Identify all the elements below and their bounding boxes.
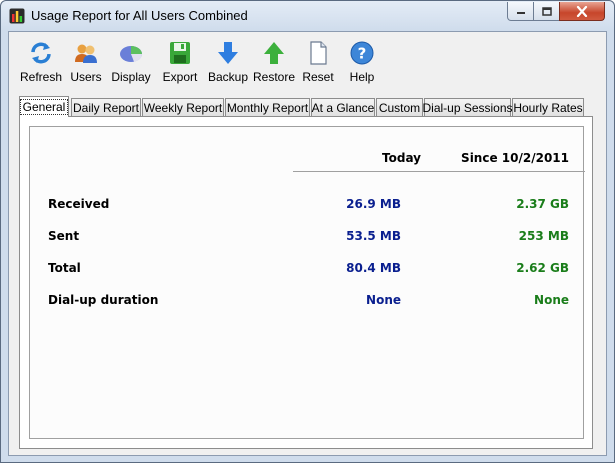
dial-up-duration-since-value: None: [534, 293, 569, 307]
total-today-value: 80.4 MB: [346, 261, 401, 275]
display-icon: [120, 46, 143, 62]
sent-since-value: 253 MB: [518, 229, 569, 243]
general-tab-panel: Today Since 10/2/2011 Received 26.9 MB 2…: [19, 116, 593, 449]
usage-summary-table: Today Since 10/2/2011 Received 26.9 MB 2…: [29, 126, 585, 439]
tab-monthly-report[interactable]: Monthly Report: [225, 98, 310, 116]
refresh-button[interactable]: Refresh: [19, 40, 63, 86]
reset-button[interactable]: Reset: [299, 40, 337, 86]
users-button[interactable]: Users: [67, 40, 105, 86]
row-label-sent: Sent: [48, 229, 80, 243]
header-divider: [293, 171, 585, 172]
export-label: Export: [162, 70, 198, 84]
help-button[interactable]: ? Help: [345, 40, 379, 86]
backup-down-arrow-icon: [218, 42, 238, 64]
row-label-total: Total: [48, 261, 81, 275]
tab-general-label: General: [19, 99, 69, 115]
tab-dial-up-sessions[interactable]: Dial-up Sessions: [422, 98, 513, 116]
tab-daily-report-label: Daily Report: [72, 100, 140, 115]
tab-dial-up-sessions-label: Dial-up Sessions: [422, 100, 513, 115]
tab-weekly-report-label: Weekly Report: [143, 100, 223, 115]
row-label-dial-up-duration: Dial-up duration: [48, 293, 159, 307]
minimize-button[interactable]: [507, 2, 534, 21]
toolbar: Refresh Users Display Export Backup Rest…: [15, 40, 595, 88]
export-button[interactable]: Export: [157, 40, 203, 86]
column-header-today: Today: [382, 151, 421, 165]
tab-general[interactable]: General: [19, 96, 69, 117]
dial-up-duration-today-value: None: [366, 293, 401, 307]
app-chart-icon: [9, 8, 25, 24]
users-label: Users: [70, 70, 102, 84]
reset-label: Reset: [302, 70, 334, 84]
minimize-icon: [516, 12, 525, 14]
received-since-value: 2.37 GB: [516, 197, 569, 211]
tab-daily-report[interactable]: Daily Report: [71, 98, 141, 116]
client-area: Refresh Users Display Export Backup Rest…: [8, 31, 607, 456]
help-icon: ?: [350, 41, 374, 65]
maximize-button[interactable]: [533, 2, 560, 21]
restore-up-arrow-icon: [264, 42, 284, 64]
tab-custom-label: Custom: [378, 100, 421, 115]
restore-button[interactable]: Restore: [251, 40, 297, 86]
tab-strip: General Daily Report Weekly Report Month…: [19, 96, 599, 117]
tab-custom[interactable]: Custom: [376, 98, 423, 116]
title-bar[interactable]: Usage Report for All Users Combined: [1, 1, 614, 31]
export-save-icon: [170, 42, 190, 64]
display-label: Display: [111, 70, 151, 84]
close-icon: [576, 5, 588, 17]
window-title: Usage Report for All Users Combined: [31, 8, 248, 23]
tab-monthly-report-label: Monthly Report: [226, 100, 309, 115]
refresh-icon: [31, 42, 51, 64]
backup-label: Backup: [207, 70, 249, 84]
maximize-icon: [541, 6, 552, 16]
row-label-received: Received: [48, 197, 110, 211]
tab-at-a-glance[interactable]: At a Glance: [311, 98, 375, 116]
help-label: Help: [349, 70, 375, 84]
backup-button[interactable]: Backup: [205, 40, 251, 86]
users-icon: [75, 44, 97, 63]
sent-today-value: 53.5 MB: [346, 229, 401, 243]
column-header-since: Since 10/2/2011: [461, 151, 569, 165]
received-today-value: 26.9 MB: [346, 197, 401, 211]
restore-label: Restore: [252, 70, 296, 84]
tab-hourly-rates[interactable]: Hourly Rates: [512, 98, 584, 116]
tab-weekly-report[interactable]: Weekly Report: [142, 98, 224, 116]
reset-page-icon: [310, 41, 327, 65]
report-window: Usage Report for All Users Combined Refr…: [0, 0, 615, 463]
tab-at-a-glance-label: At a Glance: [311, 100, 375, 115]
svg-text:?: ?: [358, 45, 367, 63]
close-button[interactable]: [559, 2, 605, 21]
display-button[interactable]: Display: [108, 40, 154, 86]
tab-hourly-rates-label: Hourly Rates: [513, 100, 583, 115]
refresh-label: Refresh: [19, 70, 63, 84]
total-since-value: 2.62 GB: [516, 261, 569, 275]
